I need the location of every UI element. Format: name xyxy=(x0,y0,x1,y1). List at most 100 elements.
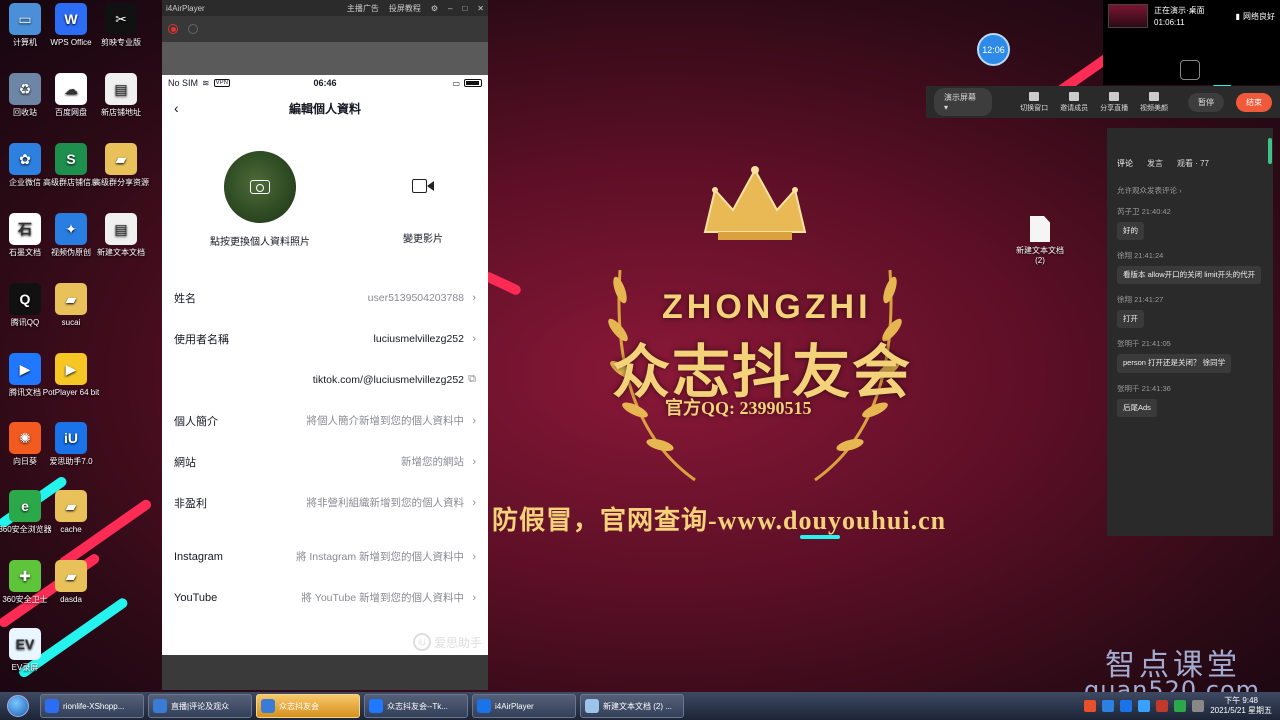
comment-item: 徐翔 21:41:27 打开 xyxy=(1117,294,1263,329)
clock-badge[interactable]: 12:06 xyxy=(977,33,1010,66)
ad-menu[interactable]: 主播广告 xyxy=(347,3,379,14)
minimize-icon[interactable]: – xyxy=(448,4,452,13)
taskbar-item-label: i4AirPlayer xyxy=(495,701,534,711)
change-video[interactable]: 變更影片 xyxy=(358,151,488,277)
taskbar-item[interactable]: 众志抖友会--Tk... xyxy=(364,694,468,718)
field-label: YouTube xyxy=(174,591,218,604)
switch-window-button[interactable]: 切换窗口 xyxy=(1016,91,1052,113)
profile-field-row[interactable]: 姓名 user5139504203788 › xyxy=(162,277,488,318)
tray-icon[interactable] xyxy=(1138,700,1151,712)
screen-thumbnail xyxy=(1108,4,1148,28)
comment-time: 21:41:27 xyxy=(1134,295,1164,305)
system-tray: 下午 9:48 2021/5/21 星期五 xyxy=(1084,696,1280,715)
comment-item: 芮子卫 21:40:42 好的 xyxy=(1117,206,1263,241)
present-screen-button[interactable]: 演示屏幕 ▾ xyxy=(934,88,993,116)
field-value: user5139504203788 xyxy=(367,291,464,304)
play-icon[interactable] xyxy=(188,24,198,34)
scrollbar[interactable] xyxy=(1268,138,1272,164)
app-icon: e xyxy=(9,490,41,522)
tray-icon[interactable] xyxy=(1084,700,1097,712)
field-label: 個人簡介 xyxy=(174,415,218,428)
copy-icon[interactable]: ⧉ xyxy=(464,373,476,386)
social-fields: Instagram 將 Instagram 新增到您的個人資料中 › YouTube 將… xyxy=(162,536,488,618)
tab-speak[interactable]: 发言 xyxy=(1147,158,1163,169)
desktop-icon[interactable]: EV EV录屏 xyxy=(0,628,55,672)
profile-field-row[interactable]: tiktok.com/@luciusmelvillezg252 ⧉ xyxy=(162,359,488,400)
taskbar-item-label: 众志抖友会--Tk... xyxy=(387,701,448,711)
share-live-button[interactable]: 分享直播 xyxy=(1096,91,1132,113)
network-status: 网络良好 xyxy=(1243,11,1275,21)
comment-meta: 徐翔 21:41:27 xyxy=(1117,294,1263,305)
field-label: 姓名 xyxy=(174,292,196,305)
app-icon: S xyxy=(55,143,87,175)
tab-comments[interactable]: 评论 xyxy=(1117,158,1133,169)
pause-button[interactable]: 暂停 xyxy=(1188,92,1224,112)
comment-text: 后尾Ads xyxy=(1117,398,1157,417)
invite-members-button[interactable]: 邀请成员 xyxy=(1056,91,1092,113)
desktop-icon-label: EV录屏 xyxy=(11,663,39,672)
live-timer: 01:06:11 xyxy=(1154,18,1185,27)
profile-field-row[interactable]: 網站 新增您的網站 › xyxy=(162,441,488,482)
aisi-logo-icon: iU xyxy=(412,633,431,651)
tab-viewers[interactable]: 观看 · 77 xyxy=(1177,158,1209,169)
maximize-icon[interactable]: □ xyxy=(462,4,467,13)
volume-icon[interactable] xyxy=(1192,700,1205,712)
app-icon: ▰ xyxy=(105,143,137,175)
comment-item: 张明千 21:41:05 person 打开还是关闭？ 徐同学 xyxy=(1117,338,1263,373)
desktop-icon[interactable]: ▰ dasda xyxy=(41,560,101,604)
taskbar-item[interactable]: 新建文本文档 (2) ... xyxy=(580,694,684,718)
app-icon xyxy=(261,699,275,713)
taskbar-item[interactable]: 众志抖友会 xyxy=(256,694,360,718)
desktop-icon[interactable]: ✂ 剪映专业版 xyxy=(91,3,151,47)
user-add-icon xyxy=(1069,91,1080,101)
change-photo[interactable]: 點按更換個人資料照片 xyxy=(162,151,358,277)
avatar[interactable] xyxy=(224,151,296,223)
chevron-right-icon: › xyxy=(472,550,476,563)
desktop-icon[interactable]: ▰ sucai xyxy=(41,283,101,327)
taskbar-item[interactable]: rionlife-XShopp... xyxy=(40,694,144,718)
end-button[interactable]: 结束 xyxy=(1236,92,1272,112)
desktop-icon[interactable]: ▤ 新店铺地址 xyxy=(91,73,151,117)
desktop-icon[interactable]: ▰ cache xyxy=(41,490,101,534)
brand-en: ZHONGZHI xyxy=(662,288,872,326)
social-field-row[interactable]: YouTube 將 YouTube 新增到您的個人資料中 › xyxy=(162,577,488,618)
app-icon: ▭ xyxy=(9,3,41,35)
chevron-right-icon: › xyxy=(472,414,476,427)
desktop-icon[interactable]: ▤ 新建文本文档 xyxy=(91,213,151,257)
profile-field-row[interactable]: 非盈利 將非營利組織新增到您的個人資料 › xyxy=(162,482,488,523)
taskbar-item[interactable]: i4AirPlayer xyxy=(472,694,576,718)
social-field-row[interactable]: Instagram 將 Instagram 新增到您的個人資料中 › xyxy=(162,536,488,577)
comment-text: person 打开还是关闭？ 徐同学 xyxy=(1117,354,1232,373)
profile-field-row[interactable]: 個人簡介 將個人簡介新增到您的個人資料中 › xyxy=(162,400,488,441)
close-icon[interactable]: ✕ xyxy=(477,4,484,13)
tray-icon[interactable] xyxy=(1102,700,1115,712)
allow-comments-toggle[interactable]: 允许观众发表评论 › xyxy=(1117,185,1263,196)
tray-icon[interactable] xyxy=(1174,700,1187,712)
record-icon[interactable] xyxy=(168,24,178,34)
start-button[interactable] xyxy=(0,692,36,720)
desktop-file[interactable]: 新建文本文档 (2) xyxy=(1012,216,1068,265)
share-icon xyxy=(1109,91,1120,101)
desktop-icon[interactable]: ▰ 高级群分享资源 xyxy=(91,143,151,187)
beauty-button[interactable]: 视频美颜 xyxy=(1136,91,1172,113)
comment-list: 芮子卫 21:40:42 好的 徐翔 21:41:24 看版本 allow开口的关闭 … xyxy=(1117,206,1263,417)
field-value: tiktok.com/@luciusmelvillezg252 xyxy=(312,373,464,386)
comment-time: 21:41:36 xyxy=(1141,383,1171,393)
desktop-icon[interactable]: ▶ PotPlayer 64 bit xyxy=(41,353,101,397)
chevron-right-icon: › xyxy=(472,291,476,304)
app-icon xyxy=(369,699,383,713)
tray-icon[interactable] xyxy=(1120,700,1133,712)
back-icon[interactable]: ‹ xyxy=(174,100,179,116)
field-label: 非盈利 xyxy=(174,497,207,510)
app-icon: iU xyxy=(55,422,87,454)
aisi-watermark-text: 爱思助手 xyxy=(433,635,482,650)
profile-field-row[interactable]: 使用者名稱 luciusmelvillezg252 › xyxy=(162,318,488,359)
tray-icon[interactable] xyxy=(1156,700,1169,712)
clock[interactable]: 下午 9:48 2021/5/21 星期五 xyxy=(1210,696,1272,715)
desktop-icon[interactable]: iU 爱思助手7.0 xyxy=(41,422,101,466)
tutorial-menu[interactable]: 投屏教程 xyxy=(389,3,421,14)
taskbar-item[interactable]: 直播|评论及观众 xyxy=(148,694,252,718)
camera-off-icon[interactable] xyxy=(1180,60,1200,80)
app-icon: EV xyxy=(9,628,41,660)
settings-icon[interactable]: ⚙ xyxy=(431,4,438,13)
